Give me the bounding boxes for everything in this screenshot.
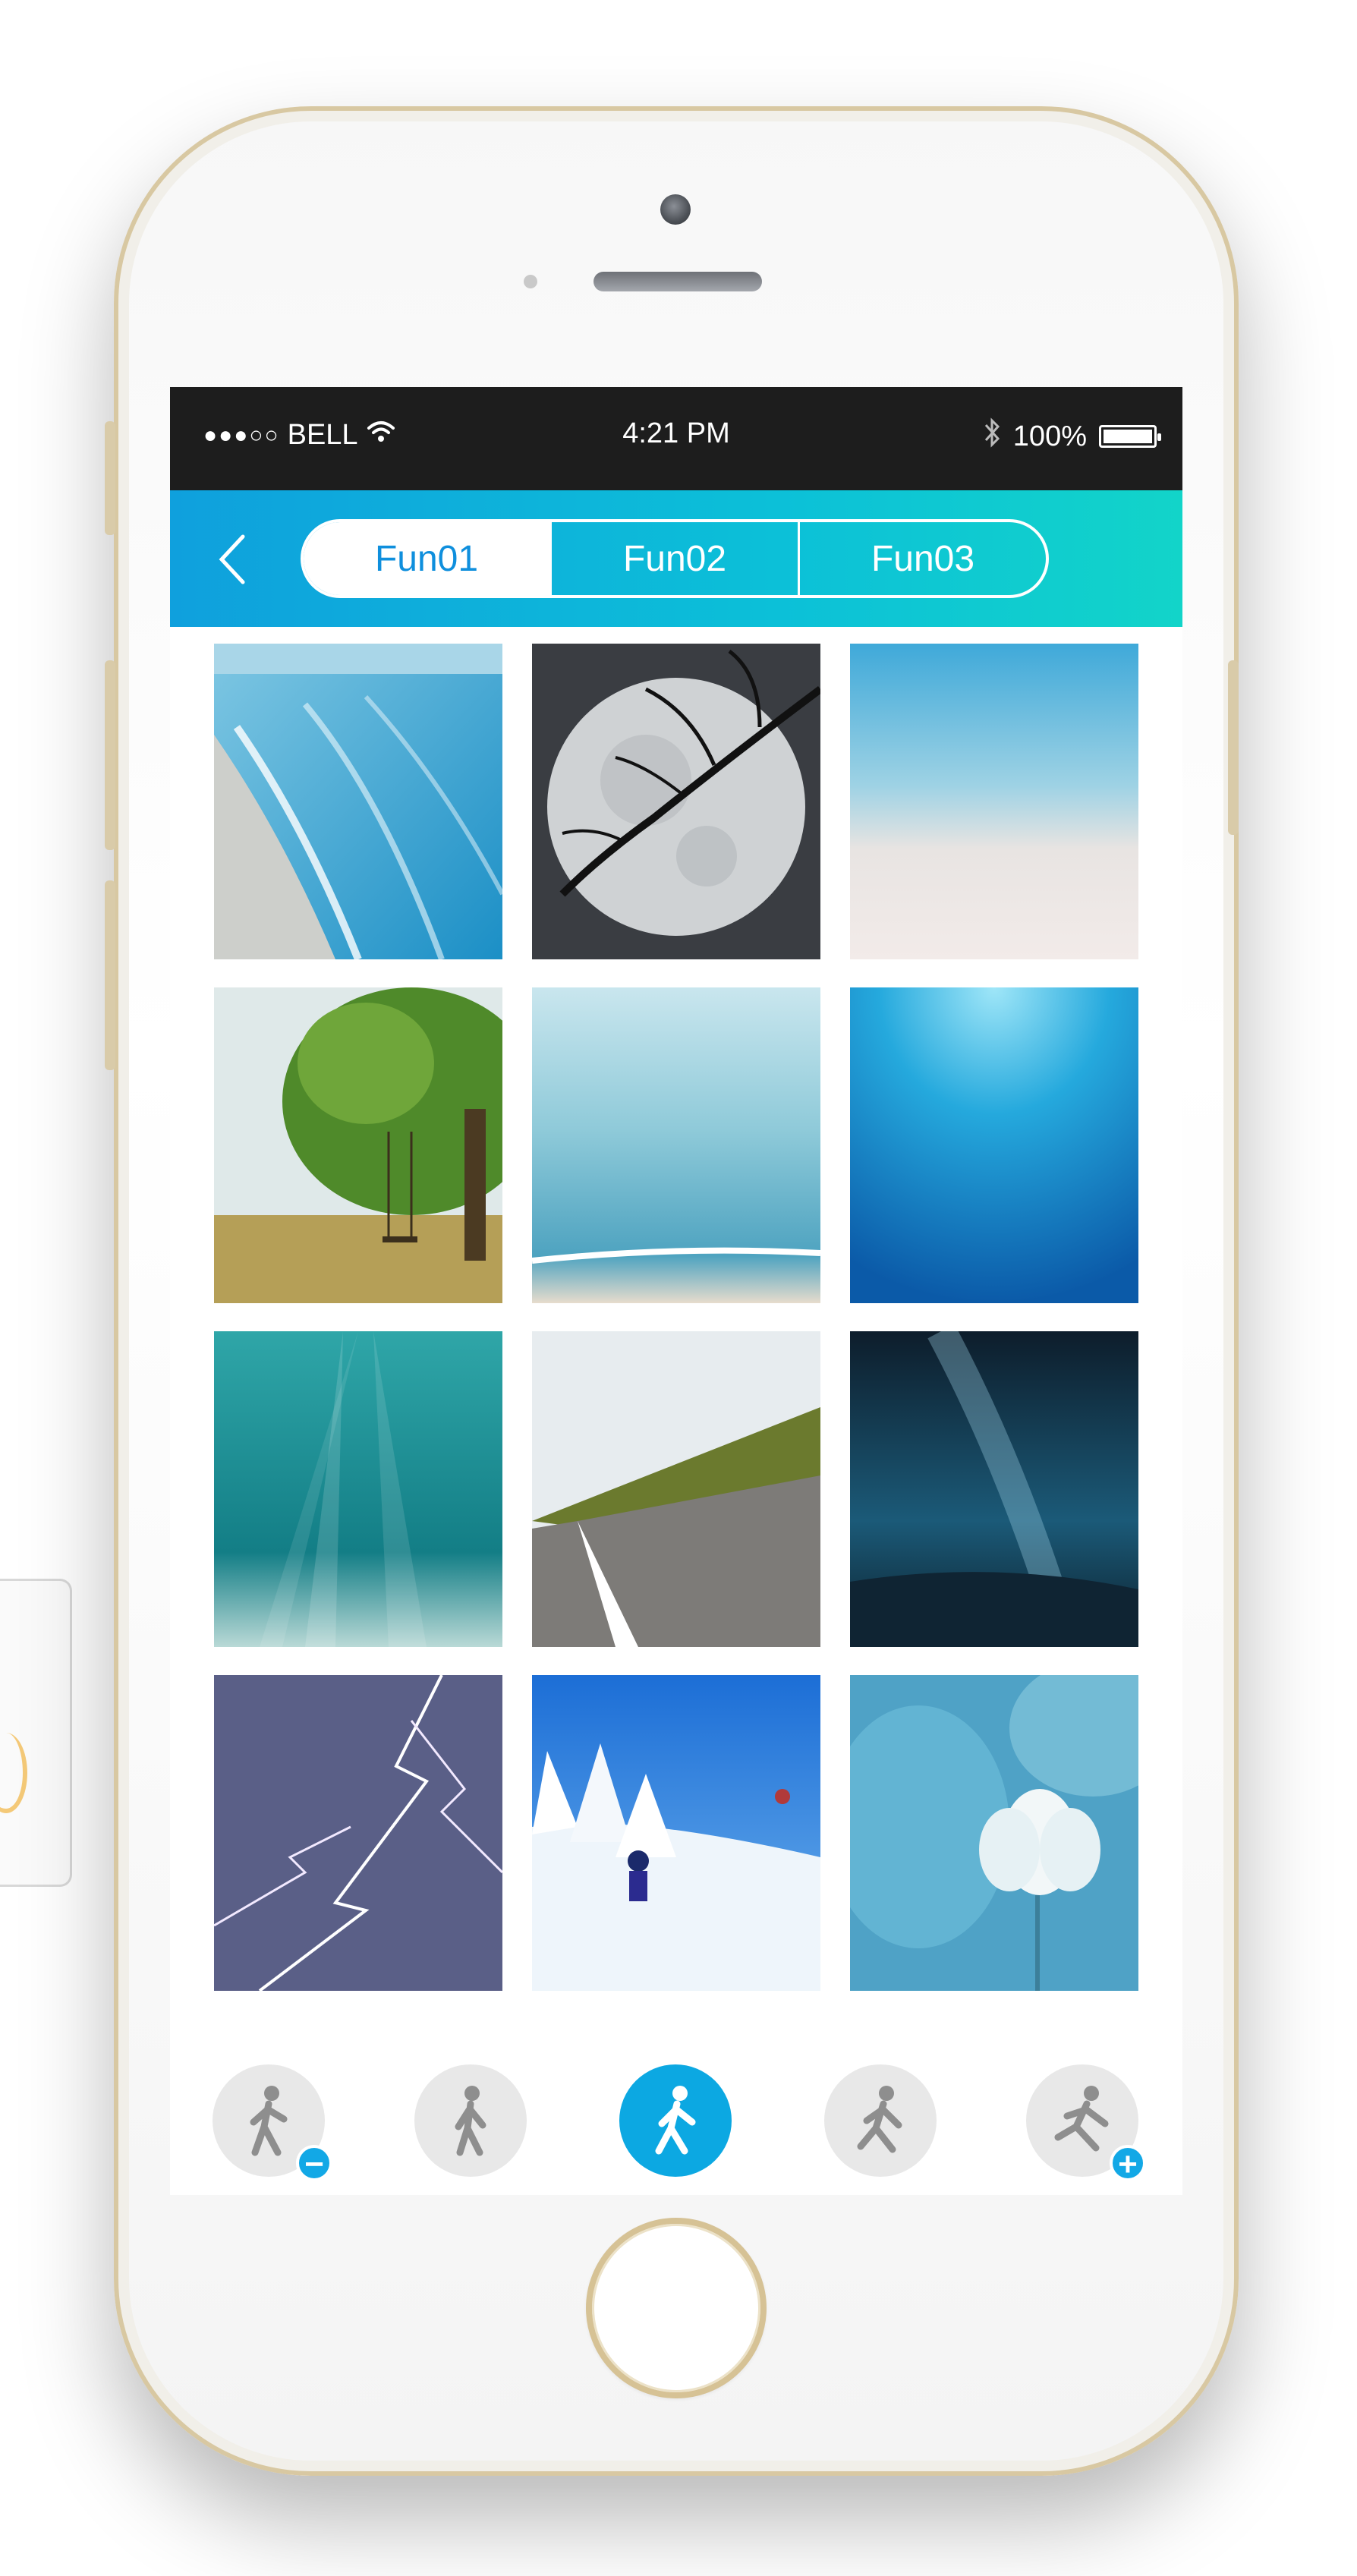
run-fast-icon: [1054, 2086, 1109, 2152]
side-card: [0, 1579, 72, 1887]
gallery-tile-skier[interactable]: [532, 1675, 820, 1991]
tab-segmented-control: Fun01 Fun02 Fun03: [301, 519, 1049, 598]
minus-badge: −: [296, 2145, 332, 2181]
walk-icon: [455, 2086, 486, 2156]
speed-mode-bar: − +: [170, 2034, 1182, 2186]
speed-walk-button[interactable]: [414, 2064, 527, 2177]
chevron-left-icon: [219, 534, 245, 584]
volume-down-button: [105, 880, 115, 1070]
proximity-sensor: [524, 275, 537, 288]
volume-up-button: [105, 660, 115, 850]
earpiece-speaker: [593, 272, 762, 291]
power-button: [1228, 660, 1239, 835]
gallery-tile-milky-way[interactable]: [850, 1331, 1138, 1647]
navigation-bar: Fun01 Fun02 Fun03: [170, 490, 1182, 627]
gallery-tile-calm-sea[interactable]: [532, 987, 820, 1303]
battery-icon: [1099, 425, 1161, 448]
speed-normal-button[interactable]: [619, 2064, 732, 2177]
jog-icon: [857, 2086, 902, 2153]
gallery-tile-lotus[interactable]: [850, 1675, 1138, 1991]
background-gallery: [214, 644, 1138, 1991]
speed-faster-button[interactable]: +: [1026, 2064, 1146, 2181]
gallery-tile-underwater-rays[interactable]: [214, 1331, 502, 1647]
gallery-tile-lightning[interactable]: [214, 1675, 502, 1991]
gallery-tile-moon-tree[interactable]: [532, 644, 820, 959]
plus-badge: +: [1110, 2145, 1146, 2181]
home-button[interactable]: [586, 2218, 767, 2398]
screen: ●●●○○ BELL 4:21 PM 100% Fun01 Fun02 Fun0…: [170, 387, 1182, 2195]
mute-switch: [105, 421, 115, 535]
walk-active-icon: [655, 2086, 696, 2155]
speed-slower-button[interactable]: −: [213, 2064, 332, 2181]
gallery-tile-underwater-blue[interactable]: [850, 987, 1138, 1303]
back-button[interactable]: [209, 533, 255, 586]
status-bar: ●●●○○ BELL 4:21 PM 100%: [170, 387, 1182, 490]
front-camera: [660, 194, 691, 225]
tab-fun02[interactable]: Fun02: [549, 522, 798, 595]
bluetooth-icon: [983, 417, 1001, 455]
speed-jog-button[interactable]: [824, 2064, 937, 2177]
gallery-tile-beach-shore[interactable]: [214, 644, 502, 959]
tab-fun01[interactable]: Fun01: [304, 522, 549, 595]
tab-fun03[interactable]: Fun03: [798, 522, 1046, 595]
gallery-tile-tree-swing[interactable]: [214, 987, 502, 1303]
gallery-tile-road-speed[interactable]: [532, 1331, 820, 1647]
walk-slow-icon: [250, 2086, 288, 2156]
gallery-tile-pale-sea[interactable]: [850, 644, 1138, 959]
battery-percent: 100%: [1012, 420, 1087, 452]
